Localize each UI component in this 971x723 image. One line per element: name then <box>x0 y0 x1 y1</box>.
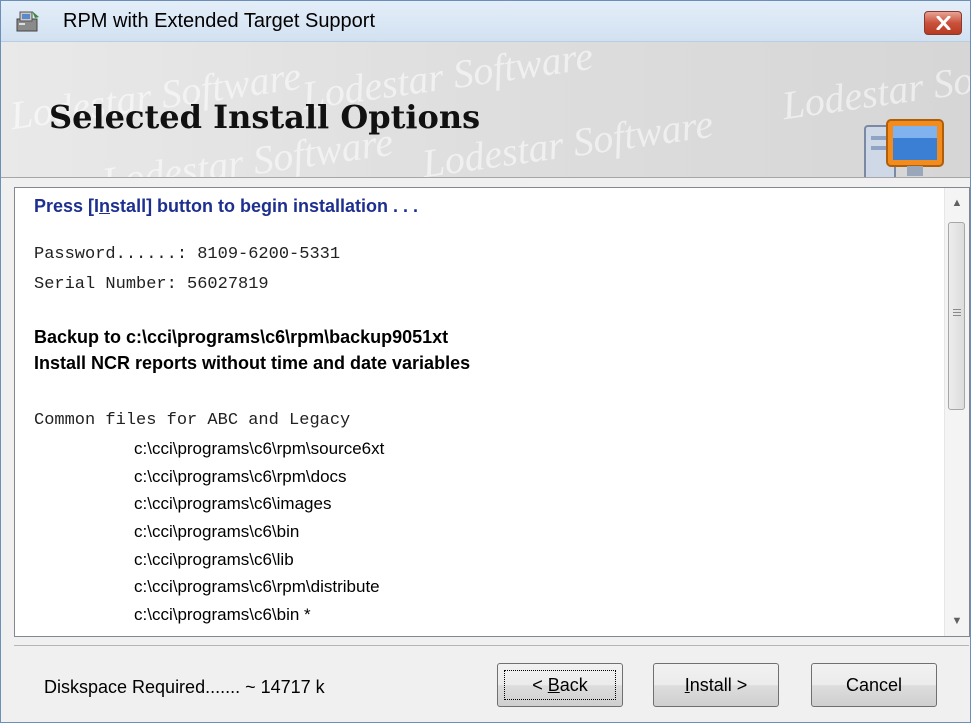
list-item: c:\cci\programs\c6\rpm\docs <box>134 467 347 486</box>
back-button[interactable]: < Back <box>497 663 623 707</box>
common-files-header: Common files for ABC and Legacy <box>34 411 351 430</box>
list-item: c:\cci\programs\c6\bin * <box>134 605 311 624</box>
window-title: RPM with Extended Target Support <box>63 10 376 32</box>
header-banner: Lodestar Software Lodestar Software Lode… <box>1 42 970 178</box>
close-icon <box>936 16 951 30</box>
footer-divider <box>14 645 969 646</box>
serial-number-line: Serial Number: 56027819 <box>34 275 269 294</box>
install-instruction: Press [Install] button to begin installa… <box>34 196 419 216</box>
cancel-button-label: Cancel <box>845 674 903 695</box>
scroll-down-icon[interactable]: ▼ <box>945 610 969 632</box>
diskspace-required: Diskspace Required....... ~ 14717 k <box>44 677 325 697</box>
page-title: Selected Install Options <box>49 98 481 136</box>
backup-line: Backup to c:\cci\programs\c6\rpm\backup9… <box>34 327 449 347</box>
list-item: c:\cci\programs\c6\images <box>134 494 332 513</box>
install-button-label: Install > <box>684 674 748 695</box>
close-button[interactable] <box>924 11 962 35</box>
list-item: c:\cci\programs\c6\rpm\distribute <box>134 577 380 596</box>
install-button[interactable]: Install > <box>653 663 779 707</box>
title-bar[interactable]: RPM with Extended Target Support <box>1 1 970 42</box>
scrollbar-thumb[interactable] <box>948 222 965 410</box>
options-panel: Press [Install] button to begin installa… <box>14 187 970 637</box>
computer-icon <box>864 119 944 177</box>
vertical-scrollbar[interactable]: ▲ ▼ <box>944 188 969 636</box>
list-item: c:\cci\programs\c6\lib <box>134 550 294 569</box>
focus-rectangle <box>504 670 616 700</box>
installer-icon <box>16 11 39 32</box>
options-text: Press [Install] button to begin installa… <box>34 188 939 636</box>
grip-icon <box>953 309 961 318</box>
ncr-reports-line: Install NCR reports without time and dat… <box>34 353 471 373</box>
list-item: c:\cci\programs\c6\bin <box>134 522 300 541</box>
password-line: Password......: 8109-6200-5331 <box>34 245 341 264</box>
installer-window: RPM with Extended Target Support Lodesta… <box>0 0 971 723</box>
list-item: c:\cci\programs\c6\rpm\source6xt <box>134 439 385 458</box>
scroll-up-icon[interactable]: ▲ <box>945 192 969 214</box>
cancel-button[interactable]: Cancel <box>811 663 937 707</box>
